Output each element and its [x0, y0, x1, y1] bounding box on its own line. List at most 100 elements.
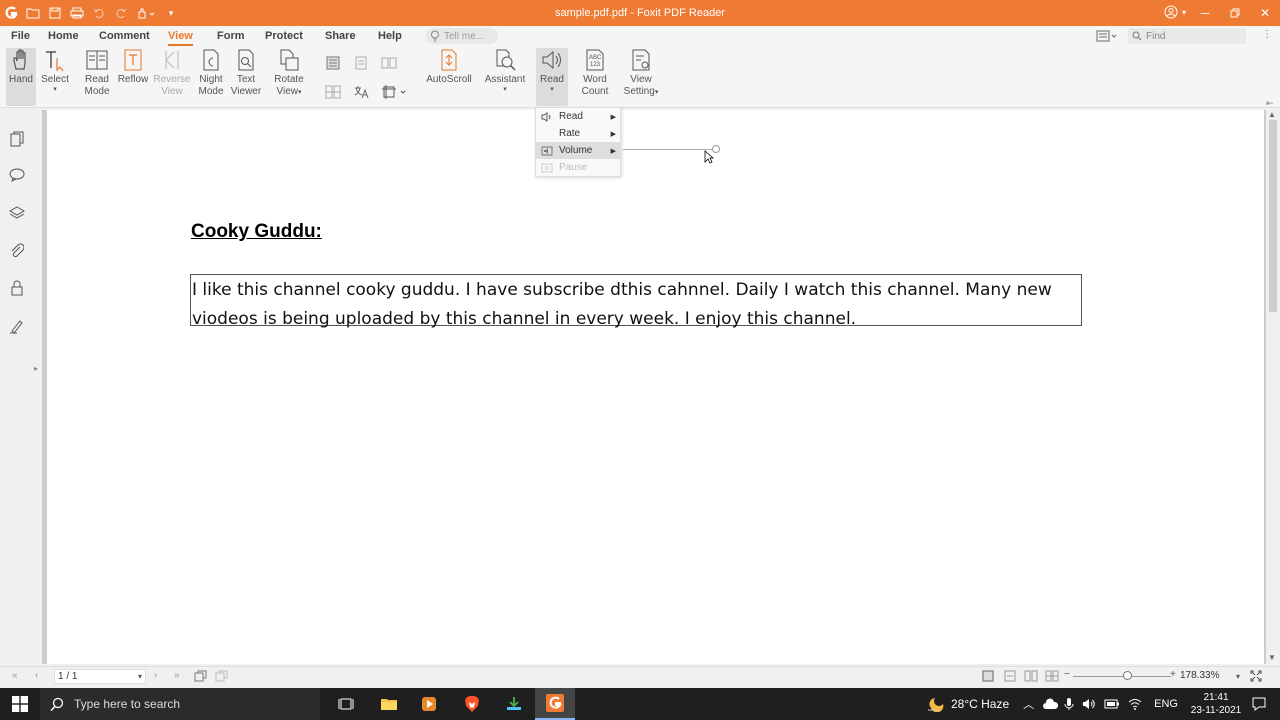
next-view-icon[interactable]	[215, 670, 229, 685]
word-count-button[interactable]: ABC 123 Word Count	[578, 48, 612, 106]
system-tray: 28°C Haze ︿ ENG 21:41 23-11-2021	[927, 688, 1280, 720]
word-count-label-2: Count	[581, 86, 609, 97]
text-viewer-button[interactable]: Text Viewer	[230, 48, 262, 106]
first-page-icon[interactable]: «	[12, 670, 18, 681]
previous-page-icon[interactable]: ‹	[35, 670, 38, 681]
comments-panel-icon[interactable]	[8, 166, 26, 184]
tab-comment[interactable]: Comment	[99, 26, 150, 46]
tell-me-search[interactable]: Tell me...	[426, 28, 498, 44]
menu-item-read[interactable]: Read ▶	[536, 108, 620, 125]
facing-page-icon[interactable]	[381, 55, 397, 71]
vertical-scrollbar[interactable]: ▲ ▼	[1266, 110, 1280, 664]
single-page-icon[interactable]	[325, 55, 341, 71]
assistant-icon	[496, 49, 516, 71]
attachments-panel-icon[interactable]	[8, 242, 26, 260]
scroll-down-icon[interactable]: ▼	[1268, 653, 1276, 662]
pin-ribbon-icon[interactable]: ⇤	[1266, 98, 1274, 109]
tab-file[interactable]: File	[11, 26, 30, 46]
taskbar-clock[interactable]: 21:41 23-11-2021	[1188, 691, 1244, 717]
assistant-button[interactable]: Assistant ▾	[482, 48, 528, 106]
restore-icon[interactable]	[1220, 0, 1250, 26]
zoom-in-icon[interactable]: +	[1170, 669, 1176, 680]
read-label: Read	[540, 74, 564, 85]
read-button[interactable]: Read ▾	[536, 48, 568, 106]
input-language[interactable]: ENG	[1154, 698, 1178, 710]
media-player-button[interactable]	[409, 688, 449, 720]
continuous-facing-icon[interactable]	[325, 84, 341, 100]
night-mode-button[interactable]: Night Mode	[195, 48, 227, 106]
menu-item-rate[interactable]: Rate ▶	[536, 125, 620, 142]
page-number-field[interactable]: 1 / 1 ▾	[54, 669, 146, 684]
reflow-button[interactable]: Reflow	[117, 48, 149, 106]
tab-share[interactable]: Share	[325, 26, 356, 46]
view-setting-icon	[632, 49, 650, 71]
rotate-view-button[interactable]: Rotate View▾	[271, 48, 307, 106]
chevron-down-icon: ▾	[137, 672, 142, 681]
layers-panel-icon[interactable]	[8, 204, 26, 222]
zoom-value[interactable]: 178.33%	[1180, 670, 1219, 681]
tab-help[interactable]: Help	[378, 26, 402, 46]
chevron-down-icon[interactable]: ▾	[1236, 672, 1240, 681]
weather-text[interactable]: 28°C Haze	[951, 697, 1009, 711]
wifi-icon	[1128, 699, 1142, 710]
select-button[interactable]: Select ▾	[40, 48, 70, 106]
brave-browser-button[interactable]	[452, 688, 492, 720]
taskbar-search-input[interactable]: Type here to search	[40, 688, 320, 720]
zoom-slider-knob[interactable]	[1122, 671, 1132, 680]
scrollbar-thumb[interactable]	[1269, 120, 1277, 312]
tab-protect[interactable]: Protect	[265, 26, 303, 46]
search-icon	[50, 697, 64, 711]
tab-home[interactable]: Home	[48, 26, 79, 46]
translate-icon[interactable]	[353, 84, 369, 100]
minimize-icon[interactable]: ─	[1190, 0, 1220, 26]
view-setting-button[interactable]: View Setting▾	[620, 48, 662, 106]
last-page-icon[interactable]: »	[174, 670, 180, 681]
signature-panel-icon[interactable]	[8, 317, 26, 335]
continuous-facing-view-icon[interactable]	[1045, 670, 1059, 685]
foxit-reader-taskbar-button[interactable]	[535, 688, 575, 720]
fullscreen-icon[interactable]	[1250, 670, 1262, 685]
close-icon[interactable]: ✕	[1250, 0, 1280, 26]
autoscroll-button[interactable]: AutoScroll	[426, 48, 472, 106]
hand-button[interactable]: Hand	[6, 48, 36, 106]
left-navigation-panel	[0, 110, 34, 664]
scroll-up-icon[interactable]: ▲	[1268, 110, 1276, 119]
security-panel-icon[interactable]	[8, 279, 26, 297]
tab-view[interactable]: View	[168, 26, 193, 46]
lightbulb-icon	[431, 30, 439, 42]
continuous-page-icon[interactable]	[353, 55, 369, 71]
volume-icon	[540, 145, 554, 157]
installer-button[interactable]	[494, 688, 534, 720]
pages-panel-icon[interactable]	[8, 130, 26, 148]
menu-item-volume[interactable]: Volume ▶	[536, 142, 620, 159]
marquee-zoom-icon[interactable]	[381, 84, 407, 100]
continuous-view-icon[interactable]	[1003, 670, 1017, 685]
single-page-view-icon[interactable]	[981, 670, 995, 685]
zoom-slider[interactable]	[1073, 676, 1171, 677]
expand-panel-icon[interactable]: ▸	[34, 364, 38, 373]
night-mode-label-1: Night	[199, 74, 223, 85]
user-account[interactable]: ▾	[1164, 5, 1186, 19]
start-button[interactable]	[0, 688, 40, 720]
clock-time: 21:41	[1203, 692, 1229, 703]
zoom-out-icon[interactable]: −	[1064, 669, 1070, 680]
reverse-view-icon	[165, 51, 179, 69]
window-title: sample.pdf.pdf - Foxit PDF Reader	[555, 7, 725, 19]
view-options-icon[interactable]	[1096, 30, 1122, 42]
taskbar-search-placeholder: Type here to search	[74, 697, 181, 711]
read-mode-button[interactable]: Read Mode	[82, 48, 112, 106]
installer-icon	[507, 697, 521, 710]
find-input[interactable]: Find	[1128, 28, 1246, 44]
previous-view-icon[interactable]	[194, 670, 208, 685]
more-options-icon[interactable]: ⋮	[1262, 29, 1272, 40]
facing-view-icon[interactable]	[1024, 670, 1038, 685]
page-number-value: 1 / 1	[58, 671, 78, 682]
task-view-button[interactable]	[326, 688, 366, 720]
next-page-icon[interactable]: ›	[154, 670, 157, 681]
view-setting-label-2-wrap: Setting▾	[624, 86, 659, 98]
reverse-view-button[interactable]: Reverse View	[153, 48, 191, 106]
tab-form[interactable]: Form	[217, 26, 245, 46]
menu-item-pause[interactable]: Pause	[536, 159, 620, 176]
file-explorer-button[interactable]	[369, 688, 409, 720]
show-hidden-icons-icon[interactable]: ︿	[1023, 696, 1034, 712]
